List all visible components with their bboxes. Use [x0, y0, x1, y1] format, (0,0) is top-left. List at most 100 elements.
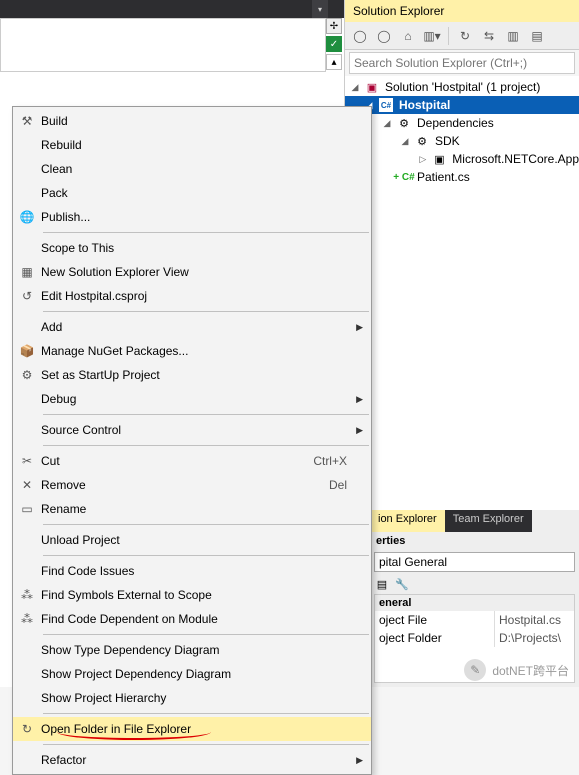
tab-team-explorer[interactable]: Team Explorer — [445, 510, 532, 532]
tab-solution-explorer[interactable]: ion Explorer — [370, 510, 445, 532]
menu-item-set-as-startup-project[interactable]: ⚙Set as StartUp Project — [13, 363, 371, 387]
tree-solution-node[interactable]: ▣ Solution 'Hostpital' (1 project) — [345, 78, 579, 96]
menu-item-edit-hostpital-csproj[interactable]: ↺Edit Hostpital.csproj — [13, 284, 371, 308]
menu-item-new-solution-explorer-view[interactable]: ▦New Solution Explorer View — [13, 260, 371, 284]
menu-separator — [43, 634, 369, 635]
editor-surface[interactable] — [0, 18, 326, 72]
property-key: oject Folder — [375, 629, 495, 647]
tree-label: Solution 'Hostpital' (1 project) — [383, 80, 540, 94]
property-row[interactable]: oject File Hostpital.cs — [375, 611, 574, 629]
menu-item-label: Pack — [41, 186, 371, 200]
refresh-icon[interactable]: ↻ — [454, 25, 476, 47]
menu-item-publish[interactable]: 🌐Publish... — [13, 205, 371, 229]
search-input[interactable] — [354, 56, 570, 70]
solution-explorer-toolbar: ◯ ◯ ⌂ ▥▾ ↻ ⇆ ▥ ▤ — [345, 22, 579, 50]
home-icon[interactable]: ⌂ — [397, 25, 419, 47]
menu-item-label: Edit Hostpital.csproj — [41, 289, 371, 303]
properties-title: erties — [370, 532, 579, 550]
menu-item-label: Clean — [41, 162, 371, 176]
menu-item-find-code-issues[interactable]: Find Code Issues — [13, 559, 371, 583]
menu-item-rename[interactable]: ▭Rename — [13, 497, 371, 521]
menu-item-remove[interactable]: ✕RemoveDel — [13, 473, 371, 497]
menu-item-scope-to-this[interactable]: Scope to This — [13, 236, 371, 260]
menu-item-label: Build — [41, 114, 371, 128]
tree-sdk-item[interactable]: ▣ Microsoft.NETCore.App — [345, 150, 579, 168]
watermark-icon: ✎ — [464, 659, 486, 681]
assembly-icon: ▣ — [432, 151, 448, 167]
collapse-icon[interactable]: ⇆ — [478, 25, 500, 47]
annotation-underline — [57, 732, 211, 740]
menu-item-label: Show Type Dependency Diagram — [41, 643, 371, 657]
menu-item-label: Rebuild — [41, 138, 371, 152]
menu-separator — [43, 232, 369, 233]
properties-toolbar: ▤ 🔧 — [374, 576, 575, 592]
menu-item-label: Find Symbols External to Scope — [41, 588, 371, 602]
show-all-icon[interactable]: ▥ — [502, 25, 524, 47]
menu-item-rebuild[interactable]: Rebuild — [13, 133, 371, 157]
menu-separator — [43, 744, 369, 745]
csharp-file-icon: + C# — [396, 169, 412, 185]
property-row[interactable]: oject Folder D:\Projects\ — [375, 629, 574, 647]
menu-item-build[interactable]: ⚒Build — [13, 109, 371, 133]
status-ok-icon[interactable]: ✓ — [326, 36, 342, 52]
menu-item-find-code-dependent-on-module[interactable]: ⁂Find Code Dependent on Module — [13, 607, 371, 631]
expand-icon[interactable] — [399, 136, 411, 147]
tree-label: Dependencies — [415, 116, 494, 130]
property-category[interactable]: eneral — [375, 595, 574, 611]
tree-label: Patient.cs — [415, 170, 470, 184]
menu-item-unload-project[interactable]: Unload Project — [13, 528, 371, 552]
menu-item-label: Source Control — [41, 423, 371, 437]
toolbar-separator — [448, 27, 449, 45]
tree-sdk-node[interactable]: ⚙ SDK — [345, 132, 579, 150]
categorize-icon[interactable]: ▤ — [374, 576, 390, 592]
menu-item-add[interactable]: Add▶ — [13, 315, 371, 339]
expand-icon[interactable] — [381, 118, 393, 129]
tree-file-node[interactable]: + C# Patient.cs — [345, 168, 579, 186]
forward-icon[interactable]: ◯ — [373, 25, 395, 47]
properties-object-combo[interactable]: pital General — [374, 552, 575, 572]
build-icon: ⚒ — [13, 114, 41, 128]
tree-dependencies-node[interactable]: ⚙ Dependencies — [345, 114, 579, 132]
property-value: D:\Projects\ — [495, 629, 574, 647]
combo-text: pital General — [379, 555, 447, 569]
tree-project-node[interactable]: C# Hostpital — [345, 96, 579, 114]
menu-separator — [43, 555, 369, 556]
menu-item-source-control[interactable]: Source Control▶ — [13, 418, 371, 442]
menu-item-label: Find Code Issues — [41, 564, 371, 578]
menu-item-open-folder-in-file-explorer[interactable]: ↻Open Folder in File Explorer — [13, 717, 371, 741]
sync-icon[interactable]: ▥▾ — [421, 25, 443, 47]
menu-item-show-project-hierarchy[interactable]: Show Project Hierarchy — [13, 686, 371, 710]
submenu-arrow-icon: ▶ — [356, 394, 363, 405]
menu-item-show-type-dependency-diagram[interactable]: Show Type Dependency Diagram — [13, 638, 371, 662]
menu-item-debug[interactable]: Debug▶ — [13, 387, 371, 411]
solution-explorer-search[interactable] — [349, 52, 575, 74]
menu-item-label: Rename — [41, 502, 371, 516]
expand-icon[interactable] — [417, 154, 429, 165]
folder-icon: ↻ — [13, 722, 41, 736]
solution-explorer-title: Solution Explorer — [345, 0, 579, 22]
tab-dropdown-icon[interactable]: ▾ — [312, 0, 328, 18]
properties-icon[interactable]: ▤ — [526, 25, 548, 47]
menu-separator — [43, 445, 369, 446]
sdk-icon: ⚙ — [414, 133, 430, 149]
menu-item-pack[interactable]: Pack — [13, 181, 371, 205]
menu-item-label: Publish... — [41, 210, 371, 224]
menu-item-show-project-dependency-diagram[interactable]: Show Project Dependency Diagram — [13, 662, 371, 686]
menu-item-refactor[interactable]: Refactor▶ — [13, 748, 371, 772]
wrench-icon[interactable]: 🔧 — [394, 576, 410, 592]
tree-label: Microsoft.NETCore.App — [450, 152, 579, 166]
tree-label: Hostpital — [397, 98, 450, 112]
menu-item-cut[interactable]: ✂CutCtrl+X — [13, 449, 371, 473]
expand-icon[interactable] — [349, 82, 361, 93]
menu-item-label: Show Project Dependency Diagram — [41, 667, 371, 681]
menu-item-find-symbols-external-to-scope[interactable]: ⁂Find Symbols External to Scope — [13, 583, 371, 607]
menu-item-label: Show Project Hierarchy — [41, 691, 371, 705]
split-icon[interactable]: ✢ — [326, 18, 342, 34]
back-icon[interactable]: ◯ — [349, 25, 371, 47]
menu-item-clean[interactable]: Clean — [13, 157, 371, 181]
menu-item-manage-nuget-packages[interactable]: 📦Manage NuGet Packages... — [13, 339, 371, 363]
menu-item-label: New Solution Explorer View — [41, 265, 371, 279]
solution-icon: ▣ — [364, 79, 380, 95]
menu-item-label: Remove — [41, 478, 329, 492]
scroll-up-icon[interactable]: ▴ — [326, 54, 342, 70]
